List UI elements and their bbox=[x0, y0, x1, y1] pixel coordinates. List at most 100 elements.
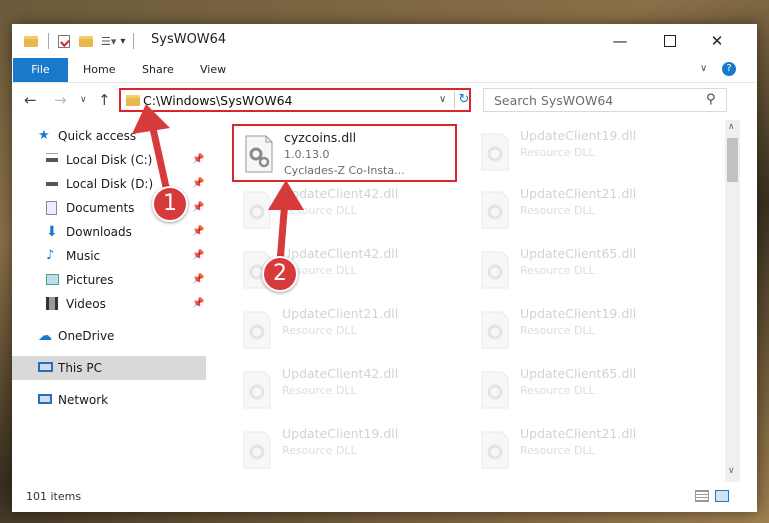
file-tile[interactable]: UpdateClient19.dll Resource DLL bbox=[470, 124, 695, 182]
file-tile[interactable]: UpdateClient21.dll Resource DLL bbox=[470, 182, 695, 240]
file-name: UpdateClient21.dll bbox=[520, 186, 637, 201]
nav-network[interactable]: Network bbox=[12, 388, 206, 412]
file-tile[interactable]: UpdateClient21.dll Resource DLL bbox=[470, 422, 695, 480]
nav-videos[interactable]: Videos 📌 bbox=[12, 292, 206, 316]
file-tile[interactable]: UpdateClient19.dll Resource DLL bbox=[470, 302, 695, 360]
music-icon: ♪ bbox=[46, 248, 55, 263]
drive-icon bbox=[46, 153, 58, 162]
back-button[interactable]: ← bbox=[24, 91, 37, 109]
dll-file-icon bbox=[478, 310, 512, 350]
file-version: 1.0.13.0 bbox=[284, 148, 330, 161]
properties-icon[interactable] bbox=[58, 34, 70, 48]
address-row: ← → ∨ ↑ C:\Windows\SysWOW64 ∨ ↻ Search S… bbox=[12, 82, 757, 120]
download-icon: ⬇ bbox=[46, 224, 58, 240]
pin-icon: 📌 bbox=[192, 250, 205, 261]
documents-icon bbox=[46, 201, 57, 215]
computer-icon bbox=[38, 362, 53, 372]
scrollbar-thumb[interactable] bbox=[727, 138, 738, 182]
up-button[interactable]: ↑ bbox=[98, 91, 111, 109]
address-path: C:\Windows\SysWOW64 bbox=[143, 93, 293, 108]
address-dropdown-icon[interactable]: ∨ bbox=[439, 94, 446, 105]
pin-icon: 📌 bbox=[192, 274, 205, 285]
close-icon: ✕ bbox=[710, 32, 724, 50]
nav-this-pc[interactable]: This PC bbox=[12, 356, 206, 380]
file-tile[interactable]: UpdateClient42.dll Resource DLL bbox=[232, 362, 457, 420]
help-icon[interactable]: ? bbox=[722, 62, 736, 76]
tab-share[interactable]: Share bbox=[142, 58, 174, 82]
nav-pictures[interactable]: Pictures 📌 bbox=[12, 268, 206, 292]
details-view-icon[interactable] bbox=[695, 490, 709, 502]
tiles-view-icon[interactable] bbox=[715, 490, 729, 502]
nav-onedrive[interactable]: ☁ OneDrive bbox=[12, 324, 206, 348]
file-name: UpdateClient19.dll bbox=[520, 128, 637, 143]
expand-ribbon-icon[interactable]: ∨ bbox=[700, 63, 707, 74]
file-type: Resource DLL bbox=[282, 444, 357, 457]
dll-file-icon bbox=[478, 430, 512, 470]
network-icon bbox=[38, 394, 52, 404]
dll-file-icon bbox=[478, 190, 512, 230]
nav-downloads[interactable]: ⬇ Downloads 📌 bbox=[12, 220, 206, 244]
maximize-button[interactable] bbox=[647, 24, 693, 58]
customize-toolbar-icon[interactable]: ▾ bbox=[120, 36, 125, 47]
title-bar: ☰▾ ▾ SysWOW64 — ✕ bbox=[12, 24, 757, 58]
dll-file-icon bbox=[240, 430, 274, 470]
step-2-badge: 2 bbox=[262, 256, 298, 292]
explorer-window: ☰▾ ▾ SysWOW64 — ✕ File Home Share View ∨… bbox=[12, 24, 757, 512]
view-options-icon[interactable]: ☰▾ bbox=[101, 35, 116, 48]
ribbon: File Home Share View ∨ ? bbox=[12, 58, 757, 83]
file-type: Resource DLL bbox=[520, 146, 595, 159]
item-count: 101 items bbox=[26, 490, 82, 503]
file-type: Resource DLL bbox=[520, 444, 595, 457]
search-input[interactable]: Search SysWOW64 ⚲ bbox=[483, 88, 727, 112]
file-name: UpdateClient21.dll bbox=[282, 306, 399, 321]
file-type: Resource DLL bbox=[282, 384, 357, 397]
dll-file-icon bbox=[478, 370, 512, 410]
drive-icon bbox=[46, 177, 58, 186]
scroll-down-icon[interactable]: ∨ bbox=[728, 466, 735, 476]
scroll-up-icon[interactable]: ∧ bbox=[728, 122, 735, 132]
file-tile[interactable]: UpdateClient42.dll Resource DLL bbox=[232, 182, 457, 240]
dll-file-icon bbox=[240, 190, 274, 230]
file-tile[interactable]: UpdateClient65.dll Resource DLL bbox=[470, 242, 695, 300]
nav-quick-access[interactable]: ★ Quick access bbox=[12, 124, 206, 148]
pin-icon: 📌 bbox=[192, 298, 205, 309]
file-name: UpdateClient19.dll bbox=[520, 306, 637, 321]
status-bar: 101 items bbox=[12, 482, 757, 512]
minimize-icon: — bbox=[612, 32, 628, 50]
tab-file[interactable]: File bbox=[13, 58, 68, 82]
tab-home[interactable]: Home bbox=[83, 58, 115, 82]
dll-file-icon bbox=[478, 250, 512, 290]
forward-button[interactable]: → bbox=[54, 91, 67, 109]
toolbar-divider bbox=[133, 33, 135, 49]
file-tile[interactable]: UpdateClient21.dll Resource DLL bbox=[232, 302, 457, 360]
file-type: Resource DLL bbox=[520, 204, 595, 217]
search-placeholder: Search SysWOW64 bbox=[494, 93, 614, 108]
tab-view[interactable]: View bbox=[200, 58, 226, 82]
nav-local-disk-c[interactable]: Local Disk (C:) 📌 bbox=[12, 148, 206, 172]
dll-file-icon bbox=[240, 310, 274, 350]
minimize-button[interactable]: — bbox=[597, 24, 643, 58]
toolbar-divider bbox=[48, 33, 49, 49]
file-name: UpdateClient42.dll bbox=[282, 186, 399, 201]
new-folder-icon[interactable] bbox=[79, 35, 93, 47]
quick-access-toolbar: ☰▾ ▾ bbox=[24, 33, 135, 49]
folder-icon bbox=[24, 35, 38, 47]
folder-icon bbox=[126, 95, 140, 106]
refresh-icon[interactable]: ↻ bbox=[454, 91, 473, 109]
file-name: cyzcoins.dll bbox=[284, 130, 357, 145]
star-icon: ★ bbox=[38, 128, 50, 143]
file-tile[interactable]: UpdateClient65.dll Resource DLL bbox=[470, 362, 695, 420]
address-bar[interactable]: C:\Windows\SysWOW64 ∨ ↻ bbox=[119, 88, 471, 112]
nav-music[interactable]: ♪ Music 📌 bbox=[12, 244, 206, 268]
close-button[interactable]: ✕ bbox=[694, 24, 740, 58]
file-name: UpdateClient19.dll bbox=[282, 426, 399, 441]
file-description: Cyclades-Z Co-Insta... bbox=[284, 164, 405, 177]
pictures-icon bbox=[46, 274, 59, 285]
file-list: cyzcoins.dll 1.0.13.0 Cyclades-Z Co-Inst… bbox=[217, 120, 725, 482]
recent-locations-button[interactable]: ∨ bbox=[80, 95, 87, 105]
file-tile-cyzcoins[interactable]: cyzcoins.dll 1.0.13.0 Cyclades-Z Co-Inst… bbox=[232, 124, 457, 182]
vertical-scrollbar[interactable]: ∧ ∨ bbox=[725, 120, 740, 482]
pin-icon: 📌 bbox=[192, 178, 205, 189]
file-tile[interactable]: UpdateClient19.dll Resource DLL bbox=[232, 422, 457, 480]
pin-icon: 📌 bbox=[192, 154, 205, 165]
